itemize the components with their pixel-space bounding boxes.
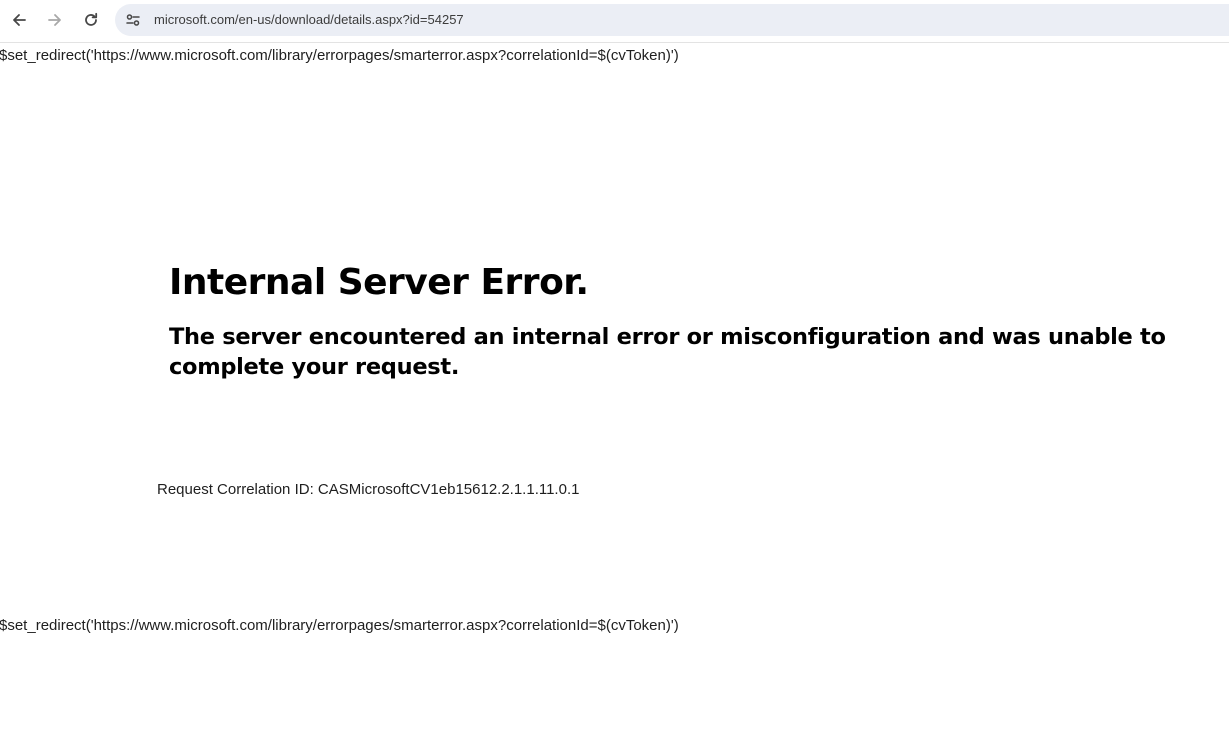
- error-message: The server encountered an internal error…: [169, 324, 1166, 380]
- site-info-button[interactable]: [121, 8, 145, 32]
- url-text[interactable]: microsoft.com/en-us/download/details.asp…: [154, 4, 464, 36]
- correlation-id-text: Request Correlation ID: CASMicrosoftCV1e…: [157, 481, 580, 498]
- tune-icon: [126, 14, 140, 26]
- arrow-right-icon: [48, 14, 61, 26]
- forward-button[interactable]: [41, 6, 69, 34]
- redirect-script-text-bottom: $set_redirect('https://www.microsoft.com…: [0, 617, 679, 634]
- redirect-script-text-top: $set_redirect('https://www.microsoft.com…: [0, 47, 679, 64]
- reload-button[interactable]: [77, 6, 105, 34]
- back-button[interactable]: [5, 6, 33, 34]
- browser-toolbar: microsoft.com/en-us/download/details.asp…: [0, 0, 1229, 43]
- error-title: Internal Server Error.: [169, 262, 589, 303]
- reload-icon: [85, 12, 98, 26]
- address-bar[interactable]: microsoft.com/en-us/download/details.asp…: [115, 4, 1229, 36]
- page-content: $set_redirect('https://www.microsoft.com…: [0, 43, 1229, 735]
- arrow-left-icon: [13, 14, 26, 26]
